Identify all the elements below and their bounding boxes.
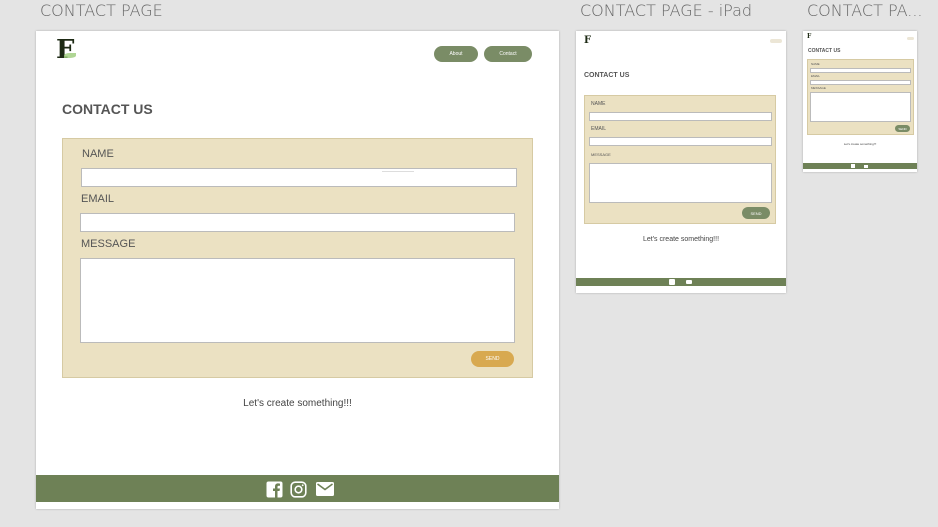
- nav-button-ipad[interactable]: [770, 39, 782, 43]
- nav-button-mobile[interactable]: [907, 37, 914, 40]
- about-button[interactable]: About: [434, 46, 478, 62]
- contact-form: NAME EMAIL MESSAGE SEND: [62, 138, 533, 378]
- mail-icon[interactable]: [864, 165, 868, 168]
- logo-letter: F: [807, 33, 812, 40]
- artboard-title-desktop[interactable]: CONTACT PAGE: [40, 1, 163, 20]
- mail-icon[interactable]: [686, 280, 692, 284]
- footer-ipad: [576, 278, 786, 286]
- name-label-mobile: NAME: [811, 62, 820, 66]
- name-field-mobile[interactable]: [810, 68, 911, 73]
- footer-mobile: [803, 163, 917, 169]
- email-field-mobile[interactable]: [810, 80, 911, 85]
- artboard-desktop[interactable]: F About Contact CONTACT US NAME EMAIL ME…: [36, 31, 559, 509]
- tagline-ipad: Let's create something!!!: [642, 236, 720, 243]
- message-field[interactable]: [80, 258, 515, 343]
- facebook-icon[interactable]: [265, 480, 283, 498]
- name-label-ipad: NAME: [591, 101, 606, 107]
- artboard-title-ipad[interactable]: CONTACT PAGE - iPad: [580, 1, 752, 20]
- contact-form-ipad: NAME EMAIL MESSAGE SEND: [584, 95, 776, 224]
- instagram-icon[interactable]: [289, 480, 307, 498]
- facebook-icon[interactable]: [851, 164, 855, 168]
- send-button[interactable]: SEND: [471, 351, 514, 367]
- tagline-mobile: Let's create something!!!: [843, 142, 877, 146]
- logo-leaf-icon: [64, 53, 76, 58]
- artboard-mobile[interactable]: F CONTACT US NAME EMAIL MESSAGE SEND Let…: [803, 31, 917, 172]
- name-field[interactable]: [81, 168, 517, 187]
- email-label-ipad: EMAIL: [591, 126, 607, 132]
- tagline: Let's create something!!!: [243, 398, 352, 409]
- page-title-ipad: CONTACT US: [584, 72, 630, 79]
- message-label-ipad: MESSAGE: [591, 152, 611, 157]
- send-button-mobile[interactable]: SEND: [895, 125, 910, 132]
- logo[interactable]: F: [56, 35, 76, 65]
- page-title: CONTACT US: [62, 101, 153, 117]
- artboard-title-mobile[interactable]: CONTACT PA...: [807, 1, 927, 20]
- send-button-ipad[interactable]: SEND: [742, 207, 770, 219]
- field-cursor-line: [382, 171, 414, 172]
- name-label: NAME: [82, 148, 114, 160]
- logo-letter: F: [584, 35, 592, 46]
- artboard-ipad[interactable]: F CONTACT US NAME EMAIL MESSAGE SEND Let…: [576, 31, 786, 293]
- logo-letter: F: [56, 35, 75, 65]
- logo-ipad[interactable]: F: [584, 35, 591, 46]
- message-field-ipad[interactable]: [589, 163, 772, 203]
- email-field-ipad[interactable]: [589, 137, 772, 146]
- contact-form-mobile: NAME EMAIL MESSAGE SEND: [807, 59, 914, 135]
- email-field[interactable]: [80, 213, 515, 232]
- page-title-mobile: CONTACT US: [808, 48, 841, 54]
- contact-button[interactable]: Contact: [484, 46, 532, 62]
- footer: [36, 475, 559, 502]
- email-label: EMAIL: [81, 193, 115, 205]
- mail-icon[interactable]: [315, 480, 335, 498]
- message-label-mobile: MESSAGE: [811, 86, 826, 90]
- message-field-mobile[interactable]: [810, 92, 911, 122]
- facebook-icon[interactable]: [669, 279, 675, 285]
- logo-mobile[interactable]: F: [807, 33, 811, 40]
- message-label: MESSAGE: [81, 238, 136, 250]
- email-label-mobile: EMAIL: [811, 74, 821, 78]
- name-field-ipad[interactable]: [589, 112, 772, 121]
